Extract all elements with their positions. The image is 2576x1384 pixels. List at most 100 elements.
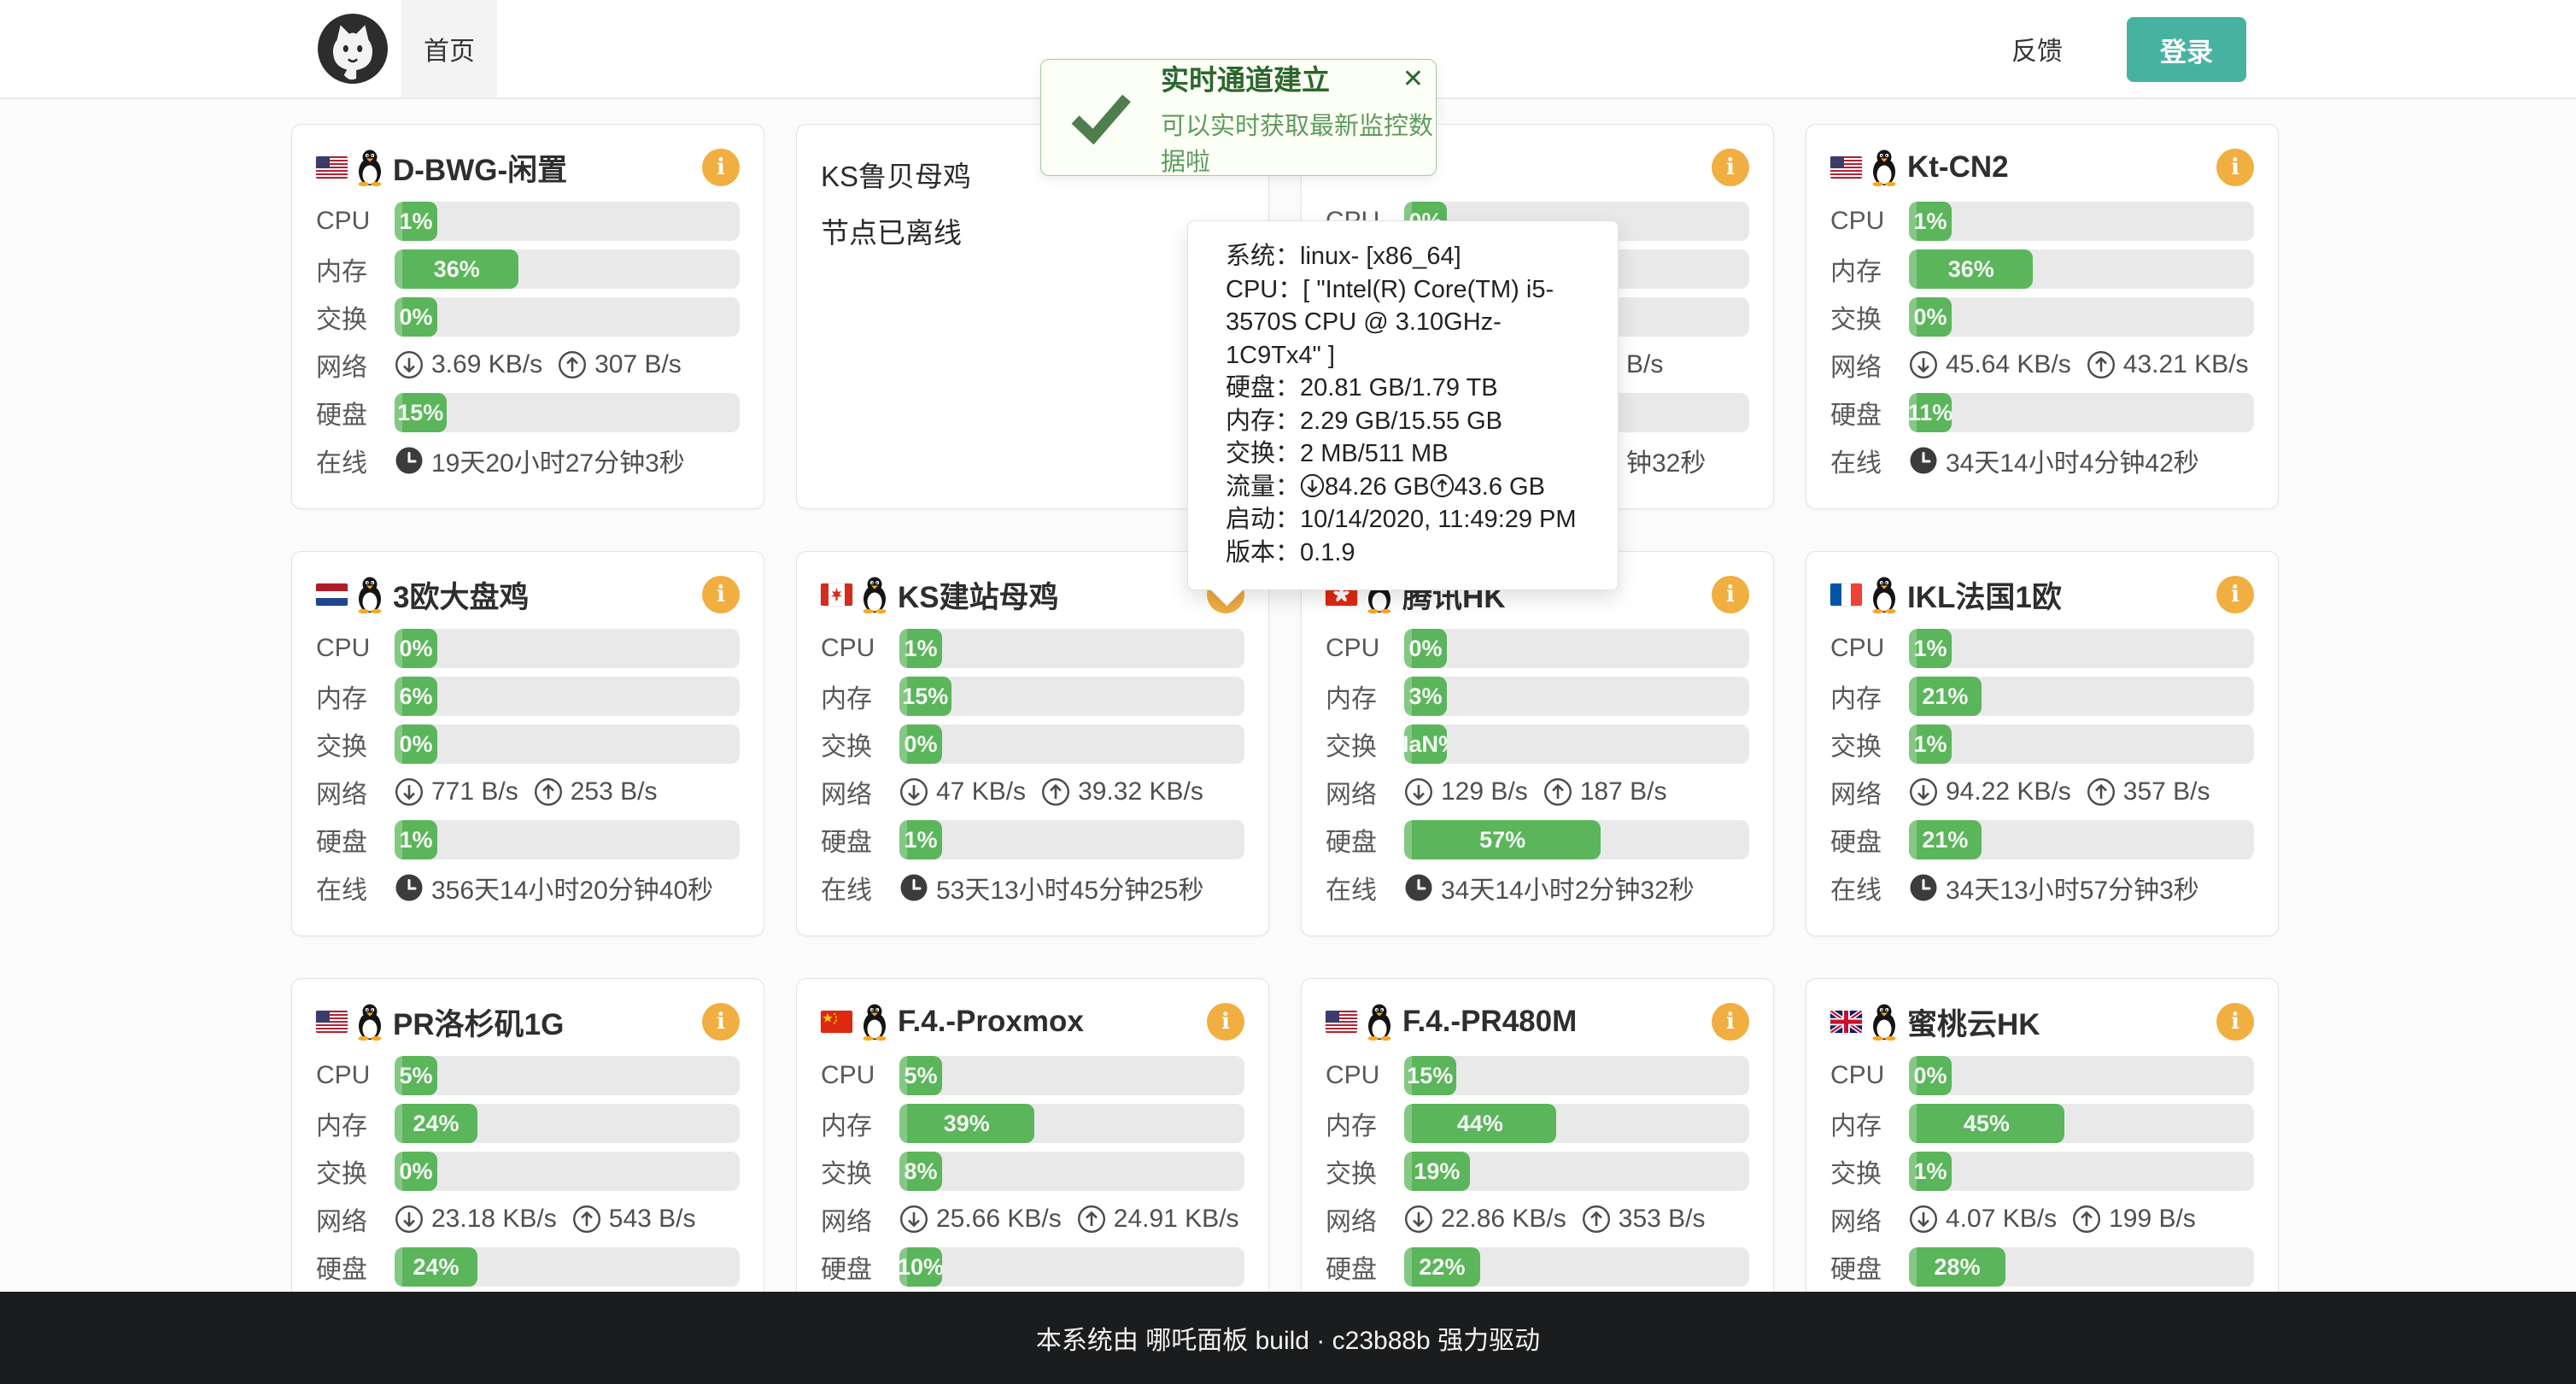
country-flag-icon <box>316 1011 348 1033</box>
stat-label: 在线 <box>1326 869 1404 906</box>
stat-label: 硬盘 <box>316 1248 395 1286</box>
progress-track: 0% <box>1909 297 2254 337</box>
stat-row: 网络47 KB/s39.32 KB/s <box>821 772 1244 812</box>
server-name: 3欧大盘鸡 <box>393 573 702 617</box>
tooltip-label: 版本： <box>1226 539 1300 566</box>
info-icon[interactable]: i <box>1712 576 1749 613</box>
stat-label: CPU <box>821 634 899 663</box>
tooltip-row: 流量：84.26 GB43.6 GB <box>1226 471 1589 504</box>
stat-row: CPU5% <box>316 1056 740 1095</box>
stat-label: 网络 <box>1326 1200 1404 1238</box>
login-button[interactable]: 登录 <box>2127 17 2246 82</box>
server-card: Kt-CN2iCPU1%内存36%交换0%网络45.64 KB/s43.21 K… <box>1806 124 2279 509</box>
progress-track: 1% <box>899 820 1244 859</box>
success-check-icon <box>1070 91 1132 144</box>
clock-icon <box>899 873 928 902</box>
stat-label: CPU <box>1830 1061 1909 1090</box>
stat-row: 交换0% <box>821 724 1244 764</box>
download-arrow-icon <box>899 777 928 806</box>
stat-row: 硬盘22% <box>1326 1247 1749 1287</box>
tooltip-label: CPU： <box>1226 276 1303 303</box>
stat-label: 硬盘 <box>316 394 395 431</box>
progress-track: 19% <box>1404 1152 1749 1191</box>
progress-fill: 24% <box>395 1247 477 1287</box>
stat-label: 交换 <box>316 1152 395 1190</box>
country-flag-icon <box>821 584 852 606</box>
stat-row: 在线34天13小时57分钟3秒 <box>1830 868 2254 907</box>
stat-label: 内存 <box>316 677 395 715</box>
uptime-value: 34天14小时2分钟32秒 <box>1441 869 1695 906</box>
progress-track: 21% <box>1909 820 2254 859</box>
linux-os-icon <box>355 149 384 186</box>
stat-row: 交换0% <box>316 1152 740 1191</box>
tooltip-label: 交换： <box>1226 440 1300 467</box>
uptime-value: 53天13小时45分钟25秒 <box>936 869 1203 906</box>
stat-row: 内存39% <box>821 1104 1244 1143</box>
stat-label: 在线 <box>1830 442 1909 479</box>
stat-label: 在线 <box>1830 869 1909 906</box>
server-name: KS建站母鸡 <box>898 573 1207 617</box>
upload-arrow-icon <box>1582 1205 1611 1234</box>
stat-row: 内存3% <box>1326 677 1749 716</box>
linux-os-icon <box>355 576 384 613</box>
info-icon[interactable]: i <box>702 1003 740 1041</box>
toast-close-icon[interactable]: ✕ <box>1402 67 1424 92</box>
stat-row: 内存6% <box>316 677 740 716</box>
download-arrow-icon <box>395 350 424 379</box>
net-upload-value: 543 B/s <box>609 1205 696 1234</box>
progress-fill: 28% <box>1909 1247 2005 1287</box>
stat-row: 硬盘28% <box>1830 1247 2254 1287</box>
stat-row: 硬盘24% <box>316 1247 740 1287</box>
net-download-value: 45.64 KB/s <box>1946 350 2071 379</box>
upload-arrow-icon <box>1543 777 1572 806</box>
card-header: KS建站母鸡i <box>821 572 1244 617</box>
stat-label: 硬盘 <box>821 821 899 859</box>
country-flag-icon <box>1830 156 1862 179</box>
progress-fill: 39% <box>899 1104 1034 1143</box>
progress-fill: 0% <box>395 1152 437 1191</box>
tooltip-value: 2 MB/511 MB <box>1300 440 1449 467</box>
net-download-value: 47 KB/s <box>936 777 1026 806</box>
stat-label: CPU <box>316 207 395 236</box>
progress-fill: 0% <box>395 297 437 337</box>
tooltip-label: 系统： <box>1226 243 1300 270</box>
stat-row: 交换1% <box>1830 724 2254 764</box>
stat-row: 交换19% <box>1326 1152 1749 1191</box>
progress-fill: 3% <box>1404 677 1447 716</box>
stat-label: 交换 <box>316 725 395 763</box>
country-flag-icon <box>316 156 348 179</box>
stat-label: 在线 <box>821 869 899 906</box>
toast-message: 可以实时获取最新监控数据啦 <box>1161 106 1436 178</box>
net-download-value: 4.07 KB/s <box>1946 1205 2057 1234</box>
info-icon[interactable]: i <box>1712 1003 1749 1041</box>
info-icon[interactable]: i <box>2216 149 2254 186</box>
site-logo[interactable] <box>318 14 388 84</box>
nav-feedback-link[interactable]: 反馈 <box>2011 0 2063 97</box>
progress-track: 1% <box>1909 724 2254 764</box>
info-icon[interactable]: i <box>1712 149 1749 186</box>
progress-fill: 1% <box>1909 1152 1952 1191</box>
progress-track: 28% <box>1909 1247 2254 1287</box>
progress-fill: 8% <box>899 1152 942 1191</box>
progress-track: NaN% <box>1404 724 1749 764</box>
server-name: PR洛杉矶1G <box>393 1000 702 1044</box>
stat-row: 硬盘10% <box>821 1247 1244 1287</box>
toast-success: 实时通道建立 可以实时获取最新监控数据啦 ✕ <box>1040 59 1437 176</box>
progress-track: 1% <box>1909 629 2254 668</box>
info-icon[interactable]: i <box>702 149 740 186</box>
progress-track: 15% <box>899 677 1244 716</box>
progress-fill: 1% <box>1909 724 1952 764</box>
download-arrow-icon <box>395 777 424 806</box>
progress-fill: 15% <box>1404 1056 1456 1095</box>
nav-tab-home[interactable]: 首页 <box>401 0 497 97</box>
stat-row: 内存44% <box>1326 1104 1749 1143</box>
stat-label: 在线 <box>316 869 395 906</box>
stat-label: 网络 <box>316 346 395 384</box>
info-icon[interactable]: i <box>2216 576 2254 613</box>
info-icon[interactable]: i <box>2216 1003 2254 1041</box>
upload-arrow-icon <box>1430 473 1455 498</box>
info-icon[interactable]: i <box>1207 1003 1244 1041</box>
progress-track: 0% <box>395 629 740 668</box>
info-icon[interactable]: i <box>702 576 740 613</box>
progress-track: 0% <box>1909 1056 2254 1095</box>
